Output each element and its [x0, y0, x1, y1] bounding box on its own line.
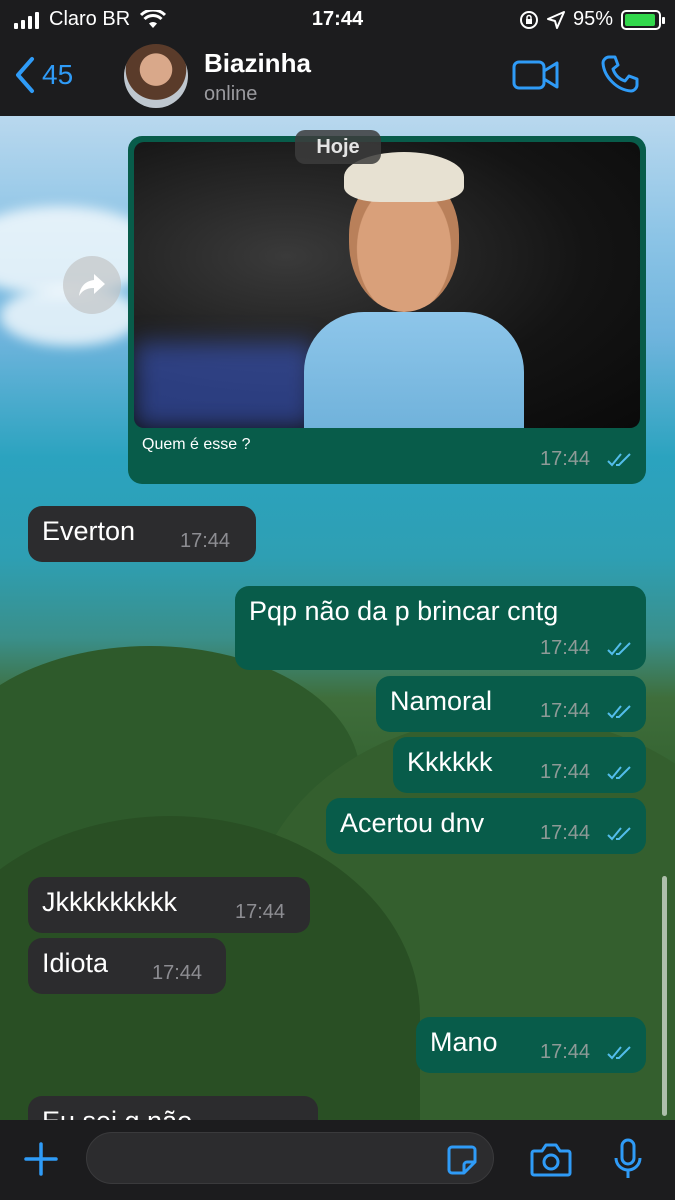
camera-icon[interactable] [530, 1142, 572, 1178]
status-right: 95% [519, 8, 665, 31]
chat-area[interactable]: Quem é esse ? 17:44 Hoje Everton 17:44 P… [0, 116, 675, 1120]
battery-percent: 95% [572, 8, 613, 30]
shared-photo[interactable] [134, 142, 640, 428]
back-button[interactable]: 45 [14, 56, 73, 94]
double-check-icon [607, 827, 631, 841]
message-text: Namoral [390, 686, 493, 716]
message-bubble-incoming[interactable]: Idiota 17:44 [28, 938, 226, 994]
location-icon [546, 10, 565, 29]
scrollbar[interactable] [662, 876, 667, 1116]
chevron-left-icon [16, 57, 34, 93]
message-bubble-incoming[interactable]: Jkkkkkkkkk 17:44 [28, 877, 310, 933]
forward-icon [79, 274, 105, 296]
contact-status: online [204, 83, 258, 105]
avatar[interactable] [124, 44, 188, 108]
message-bubble-image[interactable]: Quem é esse ? 17:44 [128, 136, 646, 484]
plus-icon[interactable] [22, 1140, 60, 1178]
forward-button[interactable] [63, 256, 121, 314]
message-time: 17:44 [180, 530, 231, 552]
video-camera-icon[interactable] [512, 58, 560, 92]
message-time: 17:44 [235, 901, 286, 923]
message-bubble-outgoing[interactable]: Mano 17:44 [416, 1017, 646, 1073]
message-bubble-incoming[interactable]: Everton 17:44 [28, 506, 256, 562]
rotation-lock-icon [519, 10, 538, 29]
sticker-icon[interactable] [446, 1144, 478, 1176]
message-text: Acertou dnv [340, 808, 485, 838]
back-count: 45 [42, 59, 74, 90]
contact-name[interactable]: Biazinha [204, 48, 311, 79]
message-time: 17:44 [540, 700, 591, 722]
double-check-icon [607, 453, 631, 467]
message-bubble-outgoing[interactable]: Acertou dnv 17:44 [326, 798, 646, 854]
message-time: 17:44 [540, 822, 591, 844]
microphone-icon[interactable] [612, 1138, 644, 1182]
message-text: Jkkkkkkkkk [42, 887, 177, 917]
message-bubble-outgoing[interactable]: Namoral 17:44 [376, 676, 646, 732]
double-check-icon [607, 1046, 631, 1060]
message-bubble-incoming[interactable]: Eu sei q não [28, 1096, 318, 1120]
message-text: Idiota [42, 948, 109, 978]
phone-icon[interactable] [600, 54, 640, 94]
date-separator: Hoje [295, 130, 381, 164]
message-text: Kkkkkk [407, 747, 493, 777]
message-time: 17:44 [540, 1041, 591, 1063]
message-time: 17:44 [152, 962, 203, 984]
message-bubble-outgoing[interactable]: Pqp não da p brincar cntg 17:44 [235, 586, 646, 670]
message-time: 17:44 [540, 761, 591, 783]
message-text: Mano [430, 1027, 498, 1057]
message-time: 17:44 [540, 448, 591, 470]
chat-header: 45 Biazinha online [0, 38, 675, 116]
double-check-icon [607, 766, 631, 780]
message-time: 17:44 [540, 637, 591, 659]
message-text: Quem é esse ? [142, 436, 251, 453]
message-text: Eu sei q não [42, 1106, 192, 1120]
double-check-icon [607, 642, 631, 656]
message-bubble-outgoing[interactable]: Kkkkkk 17:44 [393, 737, 646, 793]
message-text: Pqp não da p brincar cntg [249, 596, 559, 626]
battery-icon [621, 9, 665, 30]
message-input[interactable] [86, 1132, 494, 1184]
status-bar: Claro BR 17:44 95% [0, 0, 675, 38]
composer-bar [0, 1120, 675, 1200]
double-check-icon [607, 705, 631, 719]
message-text: Everton [42, 516, 136, 546]
